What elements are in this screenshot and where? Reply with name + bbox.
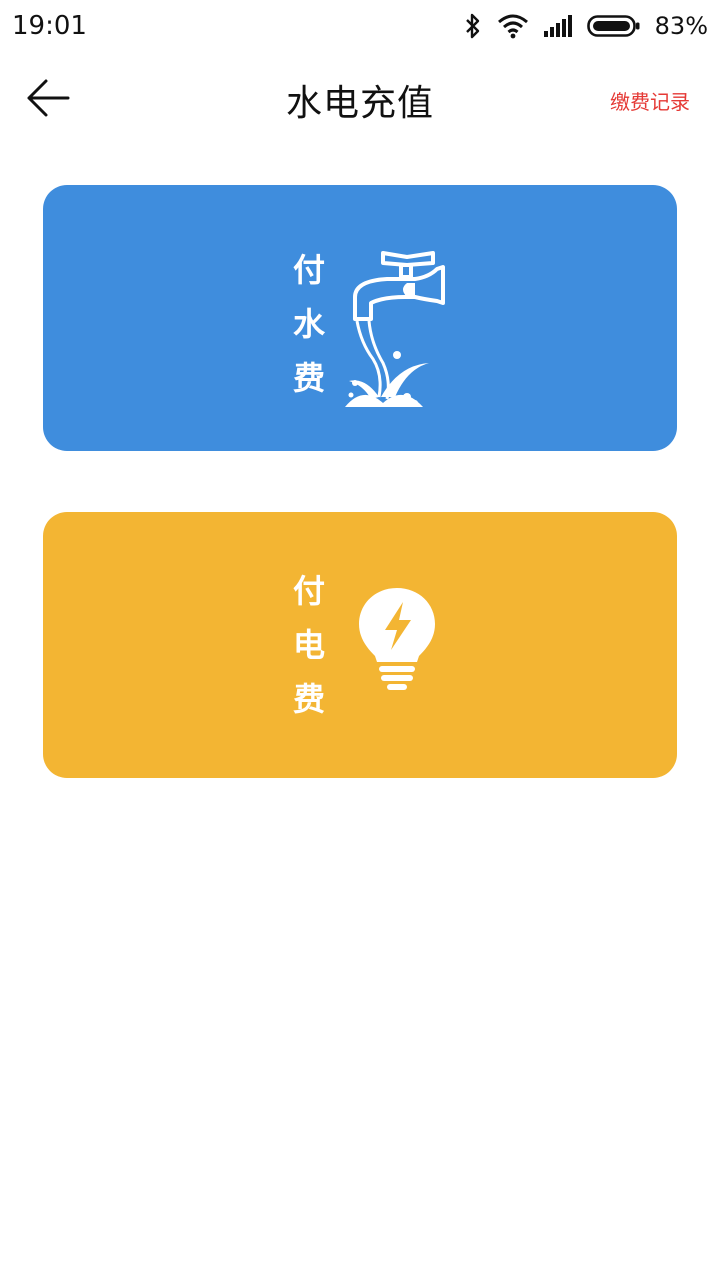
status-icons: 83% <box>463 12 708 40</box>
header: 水电充值 缴费记录 <box>0 52 720 146</box>
label-char: 水 <box>292 305 325 343</box>
label-char: 付 <box>292 572 325 610</box>
pay-electricity-card[interactable]: 付 电 费 <box>43 512 677 778</box>
pay-water-card[interactable]: 付 水 费 <box>43 185 677 451</box>
signal-icon <box>543 14 573 38</box>
battery-icon <box>586 14 641 38</box>
label-char: 费 <box>292 680 325 718</box>
pay-water-label: 付 水 费 <box>289 243 329 405</box>
status-bar: 19:01 83% <box>0 0 720 52</box>
lightbulb-icon <box>357 586 437 698</box>
battery-percent: 83% <box>654 12 708 40</box>
status-time: 19:01 <box>12 11 87 41</box>
payment-record-link[interactable]: 缴费记录 <box>610 86 690 115</box>
pay-electricity-label: 付 电 费 <box>289 564 329 726</box>
label-char: 付 <box>292 251 325 289</box>
wifi-icon <box>497 13 529 39</box>
screen: 19:01 83% 水电充值 缴费记录 付 水 费 付 电 费 <box>0 0 720 1280</box>
bluetooth-icon <box>463 12 483 40</box>
label-char: 电 <box>292 626 325 664</box>
water-faucet-icon <box>343 247 447 413</box>
label-char: 费 <box>292 359 325 397</box>
